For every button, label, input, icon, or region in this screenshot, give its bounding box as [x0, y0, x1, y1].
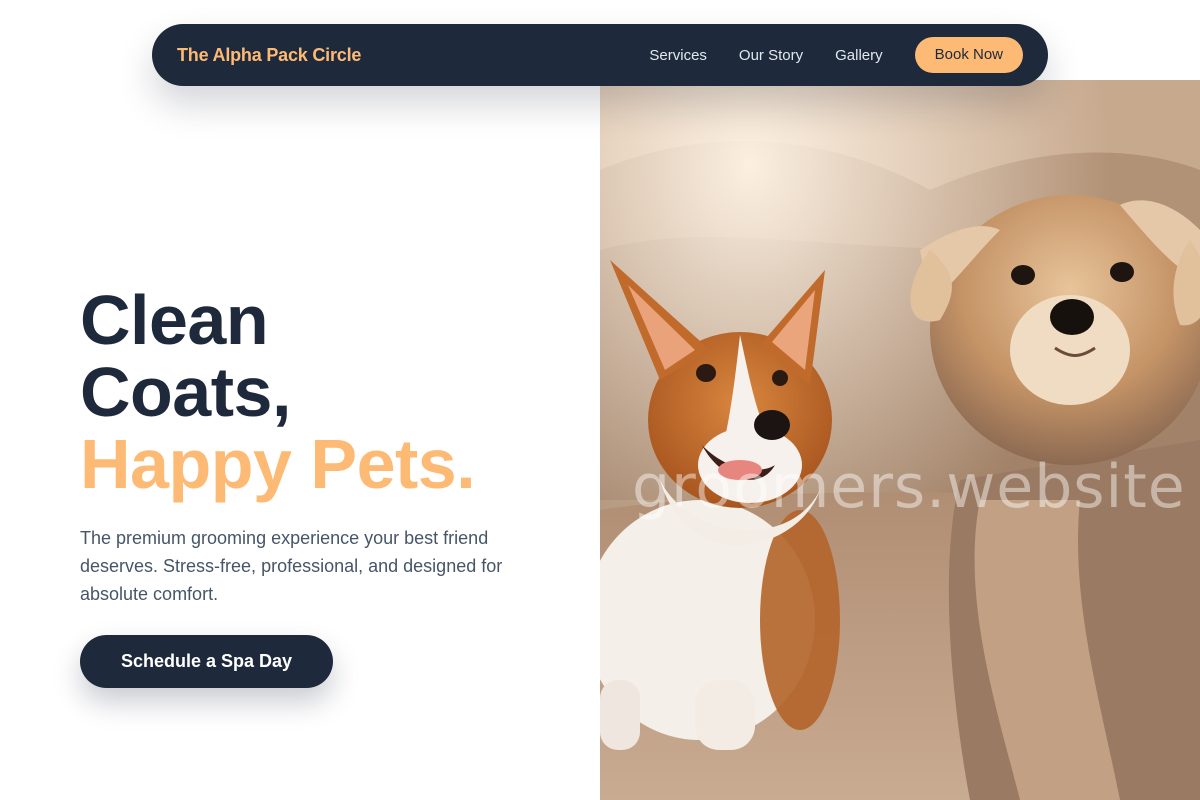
headline-accent: Happy Pets.: [80, 425, 476, 503]
schedule-spa-day-button[interactable]: Schedule a Spa Day: [80, 635, 333, 688]
image-watermark: groomers.website: [632, 452, 1186, 522]
nav-link-gallery[interactable]: Gallery: [835, 47, 883, 64]
top-nav: The Alpha Pack Circle Services Our Story…: [152, 24, 1048, 86]
nav-link-our-story[interactable]: Our Story: [739, 47, 803, 64]
book-now-button[interactable]: Book Now: [914, 37, 1023, 73]
nav-link-services[interactable]: Services: [649, 47, 707, 64]
landing-page: groomers.website The Alpha Pack Circle S…: [0, 0, 1200, 800]
headline-line-coats: Coats,: [80, 353, 291, 431]
nav-links: Services Our Story Gallery Book Now: [649, 37, 1023, 73]
hero-subtitle: The premium grooming experience your bes…: [80, 528, 503, 604]
hero-headline: Clean Coats, Happy Pets.: [80, 281, 476, 503]
brand-logo[interactable]: The Alpha Pack Circle: [177, 45, 649, 66]
hero-dogs-photo: groomers.website: [600, 80, 1200, 800]
headline-line-clean: Clean: [80, 281, 269, 359]
